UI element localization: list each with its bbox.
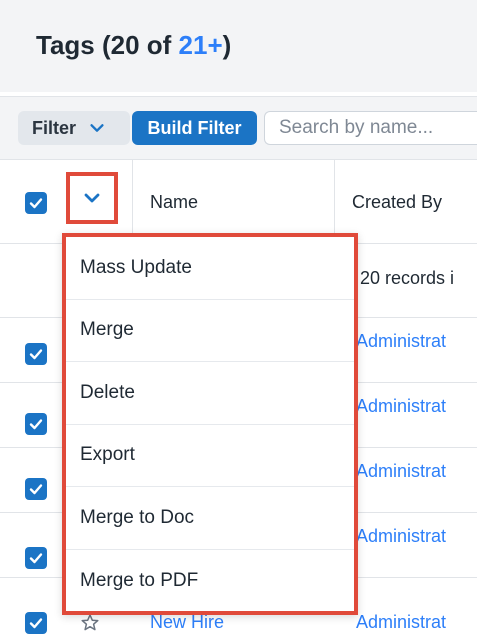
checkmark-icon bbox=[29, 484, 43, 495]
menu-item-delete[interactable]: Delete bbox=[66, 362, 354, 425]
build-filter-button[interactable]: Build Filter bbox=[132, 111, 257, 145]
filter-bar: Filter Build Filter bbox=[0, 96, 477, 160]
created-by-link[interactable]: Administrat bbox=[356, 461, 446, 482]
select-all-checkbox[interactable] bbox=[25, 192, 47, 214]
checkmark-icon bbox=[29, 349, 43, 360]
created-by-link[interactable]: Administrat bbox=[356, 612, 446, 633]
page-title: Tags (20 of 21+) bbox=[36, 30, 231, 61]
title-suffix: ) bbox=[222, 30, 232, 60]
row-checkbox[interactable] bbox=[25, 343, 47, 365]
chevron-down-icon bbox=[84, 193, 100, 203]
mass-actions-dropdown-button[interactable] bbox=[66, 172, 118, 224]
list-header: Tags (20 of 21+) bbox=[0, 0, 477, 92]
mass-actions-menu: Mass Update Merge Delete Export Merge to… bbox=[62, 233, 358, 615]
title-text: Tags (20 of bbox=[36, 30, 179, 60]
favorite-star-icon[interactable] bbox=[80, 613, 100, 633]
menu-item-merge-to-pdf[interactable]: Merge to PDF bbox=[66, 550, 354, 613]
column-header-created-by[interactable]: Created By bbox=[352, 192, 442, 213]
filter-label: Filter bbox=[32, 117, 77, 138]
row-checkbox[interactable] bbox=[25, 547, 47, 569]
checkmark-icon bbox=[29, 198, 43, 209]
menu-item-export[interactable]: Export bbox=[66, 425, 354, 487]
menu-item-merge-to-doc[interactable]: Merge to Doc bbox=[66, 487, 354, 550]
created-by-link[interactable]: Administrat bbox=[356, 526, 446, 547]
table-header: Name Created By bbox=[0, 160, 477, 244]
row-checkbox[interactable] bbox=[25, 612, 47, 634]
search-input[interactable] bbox=[264, 111, 477, 145]
menu-item-merge[interactable]: Merge bbox=[66, 300, 354, 362]
column-divider bbox=[334, 160, 335, 244]
filter-dropdown-button[interactable]: Filter bbox=[18, 111, 130, 145]
column-header-name[interactable]: Name bbox=[150, 192, 198, 213]
row-checkbox[interactable] bbox=[25, 478, 47, 500]
created-by-link[interactable]: Administrat bbox=[356, 331, 446, 352]
row-checkbox[interactable] bbox=[25, 413, 47, 435]
record-name-link[interactable]: New Hire bbox=[150, 612, 224, 633]
selected-records-notice: 20 records i bbox=[360, 268, 455, 288]
record-count-link[interactable]: 21+ bbox=[179, 30, 223, 60]
checkmark-icon bbox=[29, 618, 43, 629]
checkmark-icon bbox=[29, 419, 43, 430]
checkmark-icon bbox=[29, 553, 43, 564]
column-divider bbox=[132, 160, 133, 244]
menu-item-mass-update[interactable]: Mass Update bbox=[66, 237, 354, 300]
created-by-link[interactable]: Administrat bbox=[356, 396, 446, 417]
chevron-down-icon bbox=[90, 124, 104, 132]
